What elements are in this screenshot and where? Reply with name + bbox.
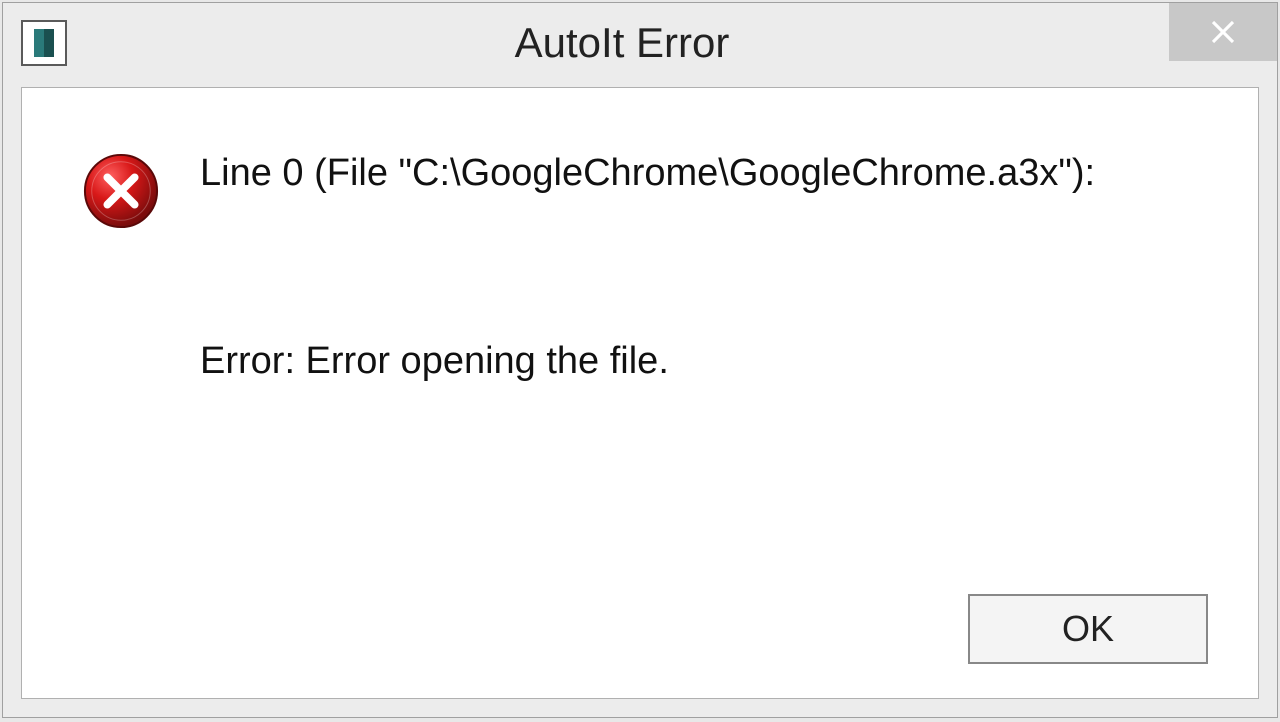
close-icon: [1208, 17, 1238, 47]
content-panel: Line 0 (File "C:\GoogleChrome\GoogleChro…: [21, 87, 1259, 699]
message-row: Line 0 (File "C:\GoogleChrome\GoogleChro…: [82, 148, 1218, 230]
button-row: OK: [968, 594, 1208, 664]
error-message-line1: Line 0 (File "C:\GoogleChrome\GoogleChro…: [200, 148, 1218, 199]
error-icon: [82, 152, 160, 230]
titlebar: AutoIt Error: [3, 3, 1277, 83]
ok-button[interactable]: OK: [968, 594, 1208, 664]
error-dialog: AutoIt Error: [2, 2, 1278, 718]
app-icon: [21, 20, 67, 66]
dialog-title: AutoIt Error: [67, 19, 1277, 67]
error-message-detail: Error: Error opening the file.: [200, 340, 1218, 383]
close-button[interactable]: [1169, 3, 1277, 61]
